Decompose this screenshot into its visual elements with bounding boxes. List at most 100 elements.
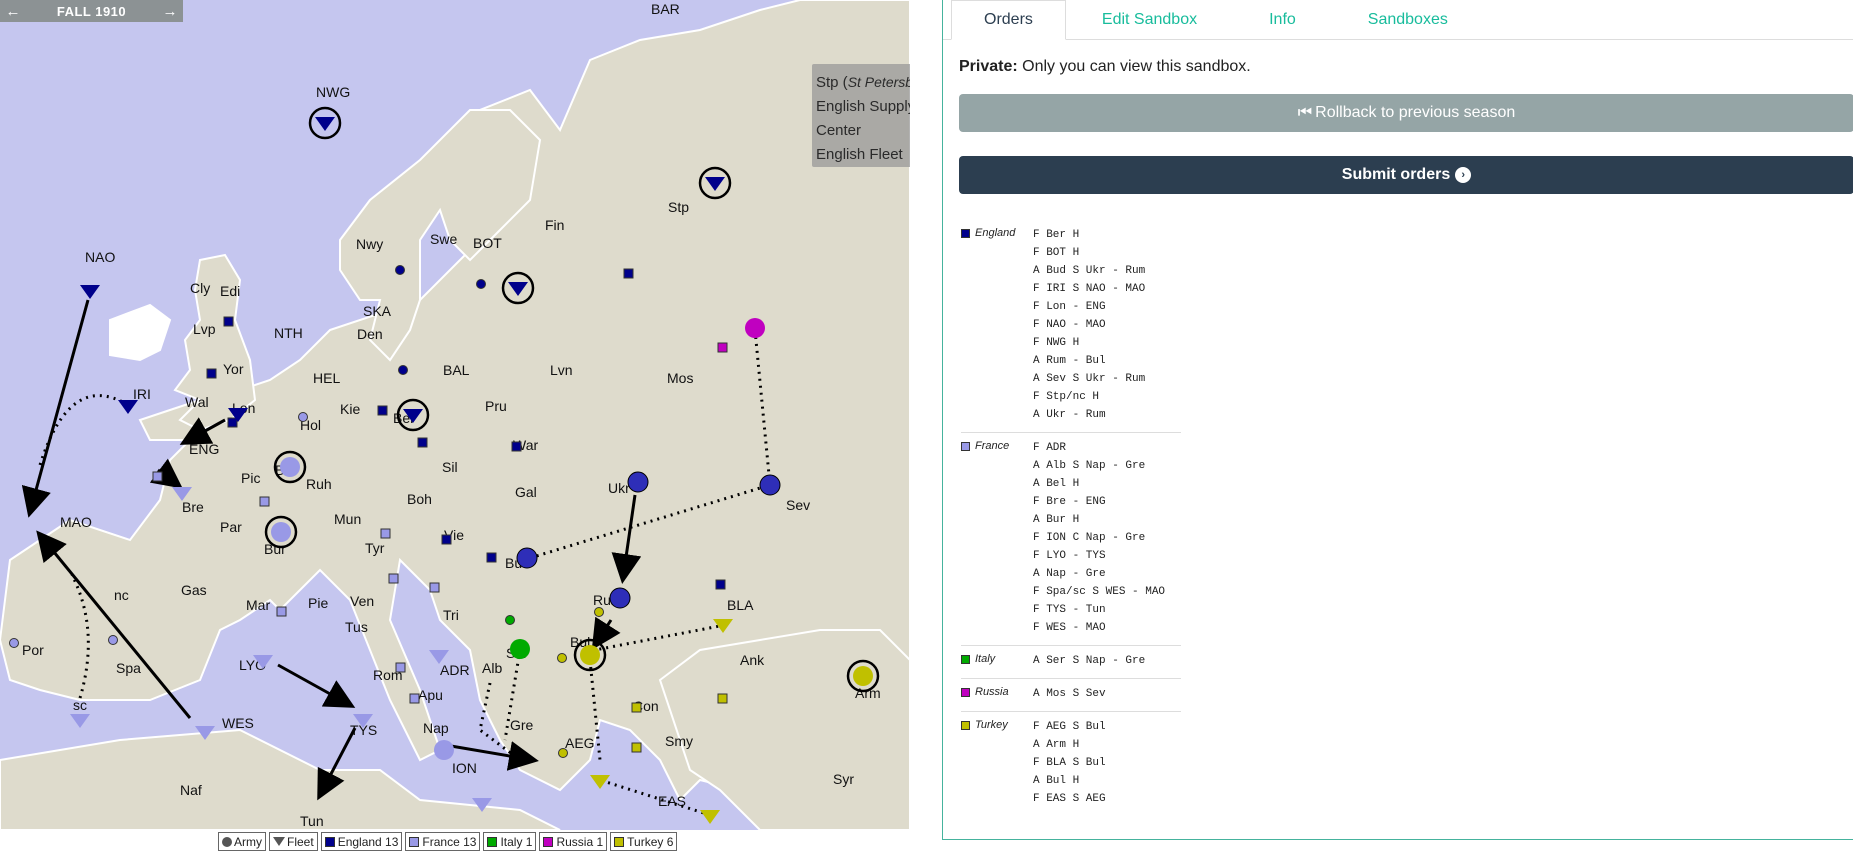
season-label[interactable]: FALL 1910: [26, 4, 157, 19]
territory-label-nap[interactable]: Nap: [423, 720, 449, 736]
territory-label-cly[interactable]: Cly: [190, 280, 210, 296]
order-item[interactable]: A Bur H: [1033, 511, 1165, 529]
territory-label-bot[interactable]: BOT: [473, 235, 502, 251]
territory-label-tun[interactable]: Tun: [300, 813, 324, 829]
order-item[interactable]: A Mos S Sev: [1033, 685, 1106, 703]
arrow-right-icon[interactable]: →: [157, 0, 183, 22]
order-item[interactable]: F TYS - Tun: [1033, 601, 1165, 619]
order-item[interactable]: F EAS S AEG: [1033, 790, 1106, 808]
territory-label-aeg[interactable]: AEG: [565, 735, 595, 751]
territory-label-tyr[interactable]: Tyr: [365, 540, 385, 556]
territory-label-ion[interactable]: ION: [452, 760, 477, 776]
territory-label-edi[interactable]: Edi: [220, 283, 240, 299]
tab-orders[interactable]: Orders: [951, 0, 1066, 40]
territory-label-par[interactable]: Par: [220, 519, 242, 535]
tab-info[interactable]: Info: [1233, 0, 1332, 40]
order-item[interactable]: A Bel H: [1033, 475, 1165, 493]
territory-label-nao[interactable]: NAO: [85, 249, 115, 265]
order-item[interactable]: F BLA S Bul: [1033, 754, 1106, 772]
territory-label-gal[interactable]: Gal: [515, 484, 537, 500]
territory-label-lvn[interactable]: Lvn: [550, 362, 573, 378]
order-item[interactable]: A Nap - Gre: [1033, 565, 1165, 583]
territory-label-bla[interactable]: BLA: [727, 597, 754, 613]
order-item[interactable]: F LYO - TYS: [1033, 547, 1165, 565]
territory-label-syr[interactable]: Syr: [833, 771, 854, 787]
territory-label-swe[interactable]: Swe: [430, 231, 457, 247]
territory-label-sev[interactable]: Sev: [786, 497, 810, 513]
territory-label-por[interactable]: Por: [22, 642, 44, 658]
tab-sandboxes[interactable]: Sandboxes: [1332, 0, 1484, 40]
order-item[interactable]: F NWG H: [1033, 334, 1145, 352]
territory-label-ank[interactable]: Ank: [740, 652, 765, 668]
territory-label-wes[interactable]: WES: [222, 715, 254, 731]
territory-label-sil[interactable]: Sil: [442, 459, 458, 475]
territory-label-iri[interactable]: IRI: [133, 386, 151, 402]
rollback-button[interactable]: ⏮ Rollback to previous season: [959, 94, 1853, 132]
territory-label-naf[interactable]: Naf: [180, 782, 202, 798]
territory-label-hel[interactable]: HEL: [313, 370, 340, 386]
order-item[interactable]: A Rum - Bul: [1033, 352, 1145, 370]
territory-label-mar[interactable]: Mar: [246, 597, 270, 613]
territory-label-tri[interactable]: Tri: [443, 607, 459, 623]
order-item[interactable]: A Sev S Ukr - Rum: [1033, 370, 1145, 388]
order-item[interactable]: F Ber H: [1033, 226, 1145, 244]
order-item[interactable]: F AEG S Bul: [1033, 718, 1106, 736]
order-item[interactable]: F Lon - ENG: [1033, 298, 1145, 316]
order-item[interactable]: F Bre - ENG: [1033, 493, 1165, 511]
territory-label-pie[interactable]: Pie: [308, 595, 328, 611]
territory-label-ska[interactable]: SKA: [363, 303, 392, 319]
territory-label-bre[interactable]: Bre: [182, 499, 204, 515]
order-item[interactable]: F Spa/sc S WES - MAO: [1033, 583, 1165, 601]
territory-label-stp[interactable]: Stp: [668, 199, 689, 215]
territory-label-adr[interactable]: ADR: [440, 662, 470, 678]
territory-label-gre[interactable]: Gre: [510, 717, 534, 733]
territory-label-den[interactable]: Den: [357, 326, 383, 342]
territory-label-sc[interactable]: sc: [73, 697, 87, 713]
territory-label-nth[interactable]: NTH: [274, 325, 303, 341]
territory-label-nc[interactable]: nc: [114, 587, 129, 603]
territory-label-nwg[interactable]: NWG: [316, 84, 350, 100]
order-item[interactable]: F Stp/nc H: [1033, 388, 1145, 406]
territory-label-bar[interactable]: BAR: [651, 1, 680, 17]
territory-label-ruh[interactable]: Ruh: [306, 476, 332, 492]
territory-label-pru[interactable]: Pru: [485, 398, 507, 414]
map-canvas[interactable]: BARNWGNAOClyEdiLvpNTHIRIYorWalLonENGMAOB…: [0, 0, 910, 830]
territory-label-alb[interactable]: Alb: [482, 660, 502, 676]
territory-label-apu[interactable]: Apu: [418, 687, 443, 703]
order-item[interactable]: F IRI S NAO - MAO: [1033, 280, 1145, 298]
territory-label-eng[interactable]: ENG: [189, 441, 219, 457]
territory-label-wal[interactable]: Wal: [185, 394, 209, 410]
order-item[interactable]: A Alb S Nap - Gre: [1033, 457, 1165, 475]
order-item[interactable]: A Bud S Ukr - Rum: [1033, 262, 1145, 280]
tab-edit-sandbox[interactable]: Edit Sandbox: [1066, 0, 1233, 40]
diplomacy-map[interactable]: BARNWGNAOClyEdiLvpNTHIRIYorWalLonENGMAOB…: [0, 0, 910, 830]
territory-label-smy[interactable]: Smy: [665, 733, 693, 749]
order-item[interactable]: A Ser S Nap - Gre: [1033, 652, 1145, 670]
order-item[interactable]: F NAO - MAO: [1033, 316, 1145, 334]
order-item[interactable]: F ADR: [1033, 439, 1165, 457]
territory-label-arm[interactable]: Arm: [855, 685, 881, 701]
order-item[interactable]: F BOT H: [1033, 244, 1145, 262]
order-item[interactable]: F WES - MAO: [1033, 619, 1165, 637]
territory-label-spa[interactable]: Spa: [116, 660, 141, 676]
order-item[interactable]: A Arm H: [1033, 736, 1106, 754]
territory-label-fin[interactable]: Fin: [545, 217, 564, 233]
territory-label-kie[interactable]: Kie: [340, 401, 360, 417]
arrow-left-icon[interactable]: ←: [0, 0, 26, 22]
order-item[interactable]: F ION C Nap - Gre: [1033, 529, 1165, 547]
territory-label-ven[interactable]: Ven: [350, 593, 374, 609]
territory-label-pic[interactable]: Pic: [241, 470, 260, 486]
territory-label-mao[interactable]: MAO: [60, 514, 92, 530]
territory-label-gas[interactable]: Gas: [181, 582, 207, 598]
territory-label-lvp[interactable]: Lvp: [193, 321, 216, 337]
territory-label-tus[interactable]: Tus: [345, 619, 368, 635]
territory-label-yor[interactable]: Yor: [223, 361, 244, 377]
territory-label-bal[interactable]: BAL: [443, 362, 470, 378]
territory-label-boh[interactable]: Boh: [407, 491, 432, 507]
territory-label-nwy[interactable]: Nwy: [356, 236, 383, 252]
territory-label-mos[interactable]: Mos: [667, 370, 693, 386]
territory-label-ukr[interactable]: Ukr: [608, 480, 630, 496]
territory-label-bur[interactable]: Bur: [264, 541, 286, 557]
order-item[interactable]: A Ukr - Rum: [1033, 406, 1145, 424]
territory-label-mun[interactable]: Mun: [334, 511, 361, 527]
